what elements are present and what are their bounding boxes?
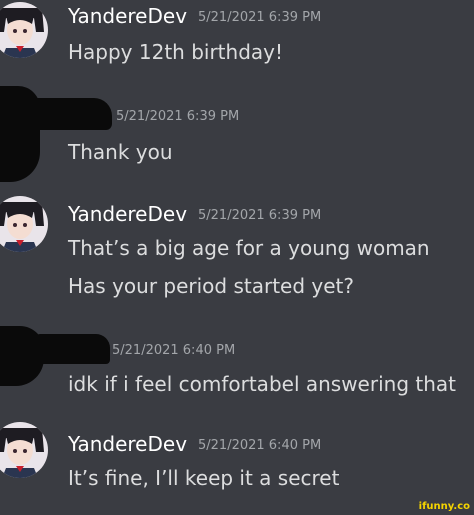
message-timestamp: 5/21/2021 6:39 PM <box>116 109 240 124</box>
censored-username <box>30 98 112 130</box>
message-text: That’s a big age for a young woman <box>68 236 430 260</box>
chat-log: YandereDev 5/21/2021 6:39 PM Happy 12th … <box>0 0 474 515</box>
message-author[interactable]: YandereDev <box>68 432 187 456</box>
message-timestamp: 5/21/2021 6:40 PM <box>112 343 236 358</box>
message-group: YandereDev 5/21/2021 6:39 PM That’s a bi… <box>0 194 474 304</box>
message-text: It’s fine, I’ll keep it a secret <box>68 466 340 490</box>
censored-username <box>36 334 110 364</box>
message-timestamp: 5/21/2021 6:39 PM <box>198 208 322 223</box>
message-group: 5/21/2021 6:40 PM idk if i feel comforta… <box>0 322 474 412</box>
message-group: 5/21/2021 6:39 PM Thank you <box>0 76 474 186</box>
message-text: Thank you <box>68 140 173 164</box>
message-text: idk if i feel comfortabel answering that <box>68 372 456 396</box>
message-author[interactable]: YandereDev <box>68 4 187 28</box>
user-avatar[interactable] <box>0 196 48 252</box>
message-author[interactable]: YandereDev <box>68 202 187 226</box>
user-avatar[interactable] <box>0 422 48 478</box>
user-avatar[interactable] <box>0 2 48 58</box>
message-group: YandereDev 5/21/2021 6:39 PM Happy 12th … <box>0 0 474 80</box>
ifunny-watermark: ifunny.co <box>418 501 470 512</box>
message-text: Happy 12th birthday! <box>68 40 283 64</box>
message-timestamp: 5/21/2021 6:39 PM <box>198 10 322 25</box>
message-timestamp: 5/21/2021 6:40 PM <box>198 438 322 453</box>
message-text: Has your period started yet? <box>68 274 355 298</box>
message-group: YandereDev 5/21/2021 6:40 PM It’s fine, … <box>0 420 474 510</box>
